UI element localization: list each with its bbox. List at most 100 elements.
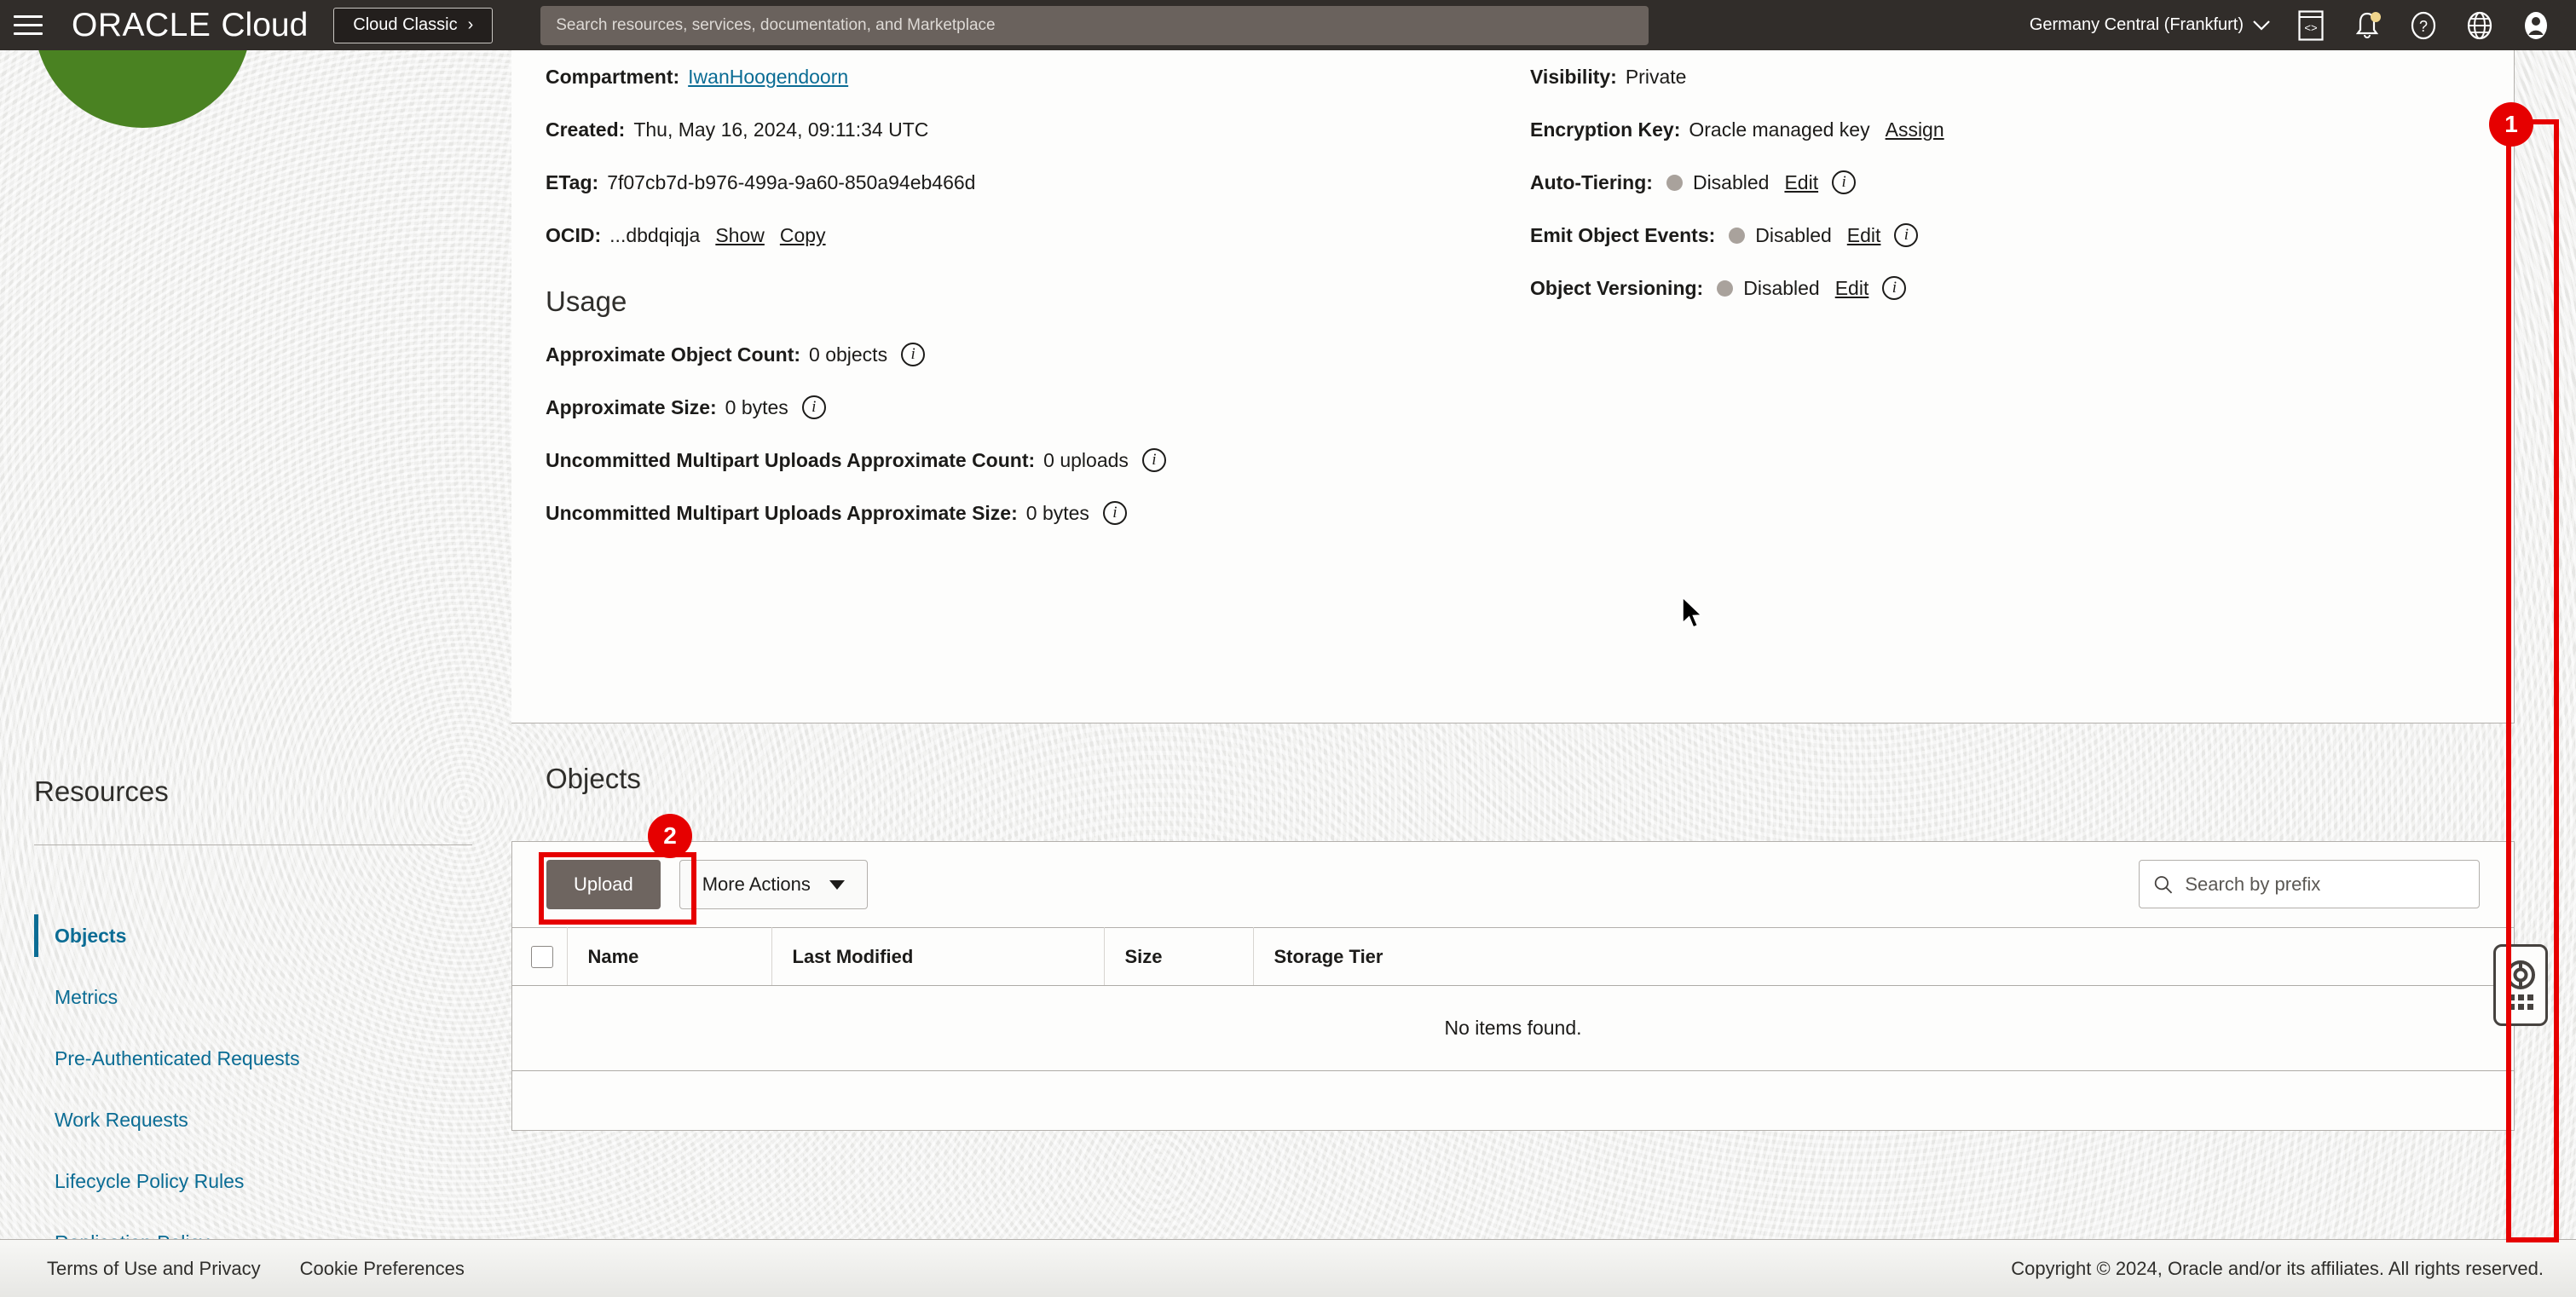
language-globe-icon[interactable] xyxy=(2463,9,2496,42)
sidebar-item-work-requests[interactable]: Work Requests xyxy=(34,1089,477,1150)
assign-key-link[interactable]: Assign xyxy=(1886,103,1944,156)
usage-label: Uncommitted Multipart Uploads Approximat… xyxy=(546,502,1018,524)
notifications-bell-icon[interactable] xyxy=(2351,9,2383,42)
info-icon[interactable]: i xyxy=(801,395,826,419)
sidebar-item-lifecycle-policy-rules[interactable]: Lifecycle Policy Rules xyxy=(34,1150,477,1212)
detail-row-object-versioning: Object Versioning: Disabled Edit i xyxy=(1530,262,2383,314)
sidebar-item-objects[interactable]: Objects xyxy=(34,905,477,966)
upload-button[interactable]: Upload xyxy=(546,860,661,909)
objects-table-card: Upload More Actions Name Last Modified xyxy=(511,841,2515,1131)
oracle-wordmark: ORACLE xyxy=(72,6,211,43)
detail-label: Emit Object Events: xyxy=(1530,224,1716,246)
detail-value: Thu, May 16, 2024, 09:11:34 UTC xyxy=(633,118,929,141)
hamburger-menu-icon[interactable] xyxy=(14,15,58,35)
chevron-down-icon xyxy=(2253,20,2270,31)
usage-row-multipart-size: Uncommitted Multipart Uploads Approximat… xyxy=(546,487,1530,539)
bucket-details-right-column: Visibility: Private Encryption Key: Orac… xyxy=(1530,50,2383,539)
usage-row-multipart-count: Uncommitted Multipart Uploads Approximat… xyxy=(546,434,1530,487)
column-header-last-modified[interactable]: Last Modified xyxy=(771,927,1105,986)
compartment-link[interactable]: IwanHoogendoorn xyxy=(688,50,848,103)
terms-of-use-link[interactable]: Terms of Use and Privacy xyxy=(47,1258,261,1280)
detail-label: Encryption Key: xyxy=(1530,118,1681,141)
detail-row-emit-object-events: Emit Object Events: Disabled Edit i xyxy=(1530,209,2383,262)
status-indicator-dot xyxy=(1729,227,1746,244)
global-search-box[interactable] xyxy=(540,5,1649,45)
sidebar-item-label: Pre-Authenticated Requests xyxy=(55,1046,300,1069)
support-widget[interactable] xyxy=(2493,944,2548,1026)
usage-label: Uncommitted Multipart Uploads Approximat… xyxy=(546,449,1036,471)
ocid-copy-link[interactable]: Copy xyxy=(780,209,826,262)
cookie-preferences-link[interactable]: Cookie Preferences xyxy=(300,1258,465,1280)
select-all-checkbox[interactable] xyxy=(531,945,553,968)
usage-heading: Usage xyxy=(546,285,627,317)
sidebar-item-label: Metrics xyxy=(55,985,118,1008)
annotation-badge-2: 2 xyxy=(648,814,692,858)
detail-label: OCID: xyxy=(546,224,602,246)
status-indicator-dot xyxy=(1666,174,1683,191)
detail-value: Disabled xyxy=(1692,171,1770,193)
empty-state-message: No items found. xyxy=(512,985,2514,1071)
life-ring-support-icon xyxy=(2506,960,2535,989)
detail-row-created: Created: Thu, May 16, 2024, 09:11:34 UTC xyxy=(546,103,1530,156)
detail-row-etag: ETag: 7f07cb7d-b976-499a-9a60-850a94eb46… xyxy=(546,156,1530,209)
prefix-search-box[interactable] xyxy=(2139,860,2480,908)
page-footer: Terms of Use and Privacy Cookie Preferen… xyxy=(0,1239,2576,1297)
objects-table-pager xyxy=(512,1071,2514,1124)
detail-value: Oracle managed key xyxy=(1689,118,1870,141)
bucket-details-left-column: Compartment: IwanHoogendoorn Created: Th… xyxy=(546,50,1530,539)
edit-emit-object-events-link[interactable]: Edit xyxy=(1847,209,1881,262)
info-icon[interactable]: i xyxy=(901,343,926,366)
help-question-icon[interactable]: ? xyxy=(2407,9,2440,42)
sidebar-item-label: Objects xyxy=(55,924,127,947)
info-icon[interactable]: i xyxy=(1141,448,1166,472)
objects-table-header-row: Name Last Modified Size Storage Tier xyxy=(512,927,2514,986)
cloud-shell-icon[interactable]: <> xyxy=(2295,9,2327,42)
detail-label: ETag: xyxy=(546,171,599,193)
info-icon[interactable]: i xyxy=(1832,170,1857,194)
footer-links: Terms of Use and Privacy Cookie Preferen… xyxy=(47,1258,465,1280)
global-search-input[interactable] xyxy=(556,15,1634,35)
detail-value: ...dbdqiqja xyxy=(609,224,701,246)
empty-state-row: No items found. xyxy=(512,985,2514,1071)
info-icon[interactable]: i xyxy=(1102,501,1127,525)
detail-value: Disabled xyxy=(1743,277,1820,299)
info-icon[interactable]: i xyxy=(1882,276,1907,300)
cloud-wordmark: Cloud xyxy=(221,6,309,43)
sidebar-item-label: Lifecycle Policy Rules xyxy=(55,1169,245,1192)
more-actions-label: More Actions xyxy=(702,873,811,895)
select-all-header xyxy=(512,927,568,986)
objects-table-head: Name Last Modified Size Storage Tier xyxy=(512,927,2514,986)
resources-nav-list: Objects Metrics Pre-Authenticated Reques… xyxy=(34,905,477,1297)
prefix-search-input[interactable] xyxy=(2185,873,2465,896)
drag-handle-dots-icon[interactable] xyxy=(2508,994,2533,1010)
objects-section-heading: Objects xyxy=(546,763,641,794)
usage-row-approximate-size: Approximate Size: 0 bytes i xyxy=(546,381,1530,434)
more-actions-button[interactable]: More Actions xyxy=(679,860,868,909)
edit-auto-tiering-link[interactable]: Edit xyxy=(1784,156,1818,209)
column-header-name[interactable]: Name xyxy=(567,927,772,986)
oracle-cloud-logo[interactable]: ORACLE Cloud xyxy=(72,7,308,44)
top-nav-right-group: Germany Central (Frankfurt) <> ? xyxy=(2030,9,2576,42)
resources-heading: Resources xyxy=(34,775,169,807)
usage-value: 0 uploads xyxy=(1043,449,1129,471)
resources-sidebar: Resources Objects Metrics Pre-Authentica… xyxy=(0,50,511,1297)
cloud-classic-button[interactable]: Cloud Classic › xyxy=(333,7,494,43)
user-avatar-icon[interactable] xyxy=(2520,9,2552,42)
status-indicator-dot xyxy=(1717,280,1734,297)
ocid-show-link[interactable]: Show xyxy=(715,209,765,262)
detail-value: Private xyxy=(1625,66,1687,88)
info-icon[interactable]: i xyxy=(1894,223,1919,247)
svg-text:?: ? xyxy=(2419,18,2428,35)
objects-table: Name Last Modified Size Storage Tier No … xyxy=(512,927,2514,1124)
top-navigation-bar: ORACLE Cloud Cloud Classic › Germany Cen… xyxy=(0,0,2576,50)
search-icon xyxy=(2154,875,2173,894)
sidebar-item-pre-authenticated-requests[interactable]: Pre-Authenticated Requests xyxy=(34,1028,477,1089)
column-header-storage-tier[interactable]: Storage Tier xyxy=(1253,927,2514,986)
edit-object-versioning-link[interactable]: Edit xyxy=(1835,262,1869,314)
objects-toolbar: Upload More Actions xyxy=(512,842,2514,927)
region-selector[interactable]: Germany Central (Frankfurt) xyxy=(2030,15,2271,35)
column-header-size[interactable]: Size xyxy=(1104,927,1254,986)
sidebar-item-metrics[interactable]: Metrics xyxy=(34,966,477,1028)
objects-table-body: No items found. xyxy=(512,985,2514,1124)
detail-label: Visibility: xyxy=(1530,66,1617,88)
